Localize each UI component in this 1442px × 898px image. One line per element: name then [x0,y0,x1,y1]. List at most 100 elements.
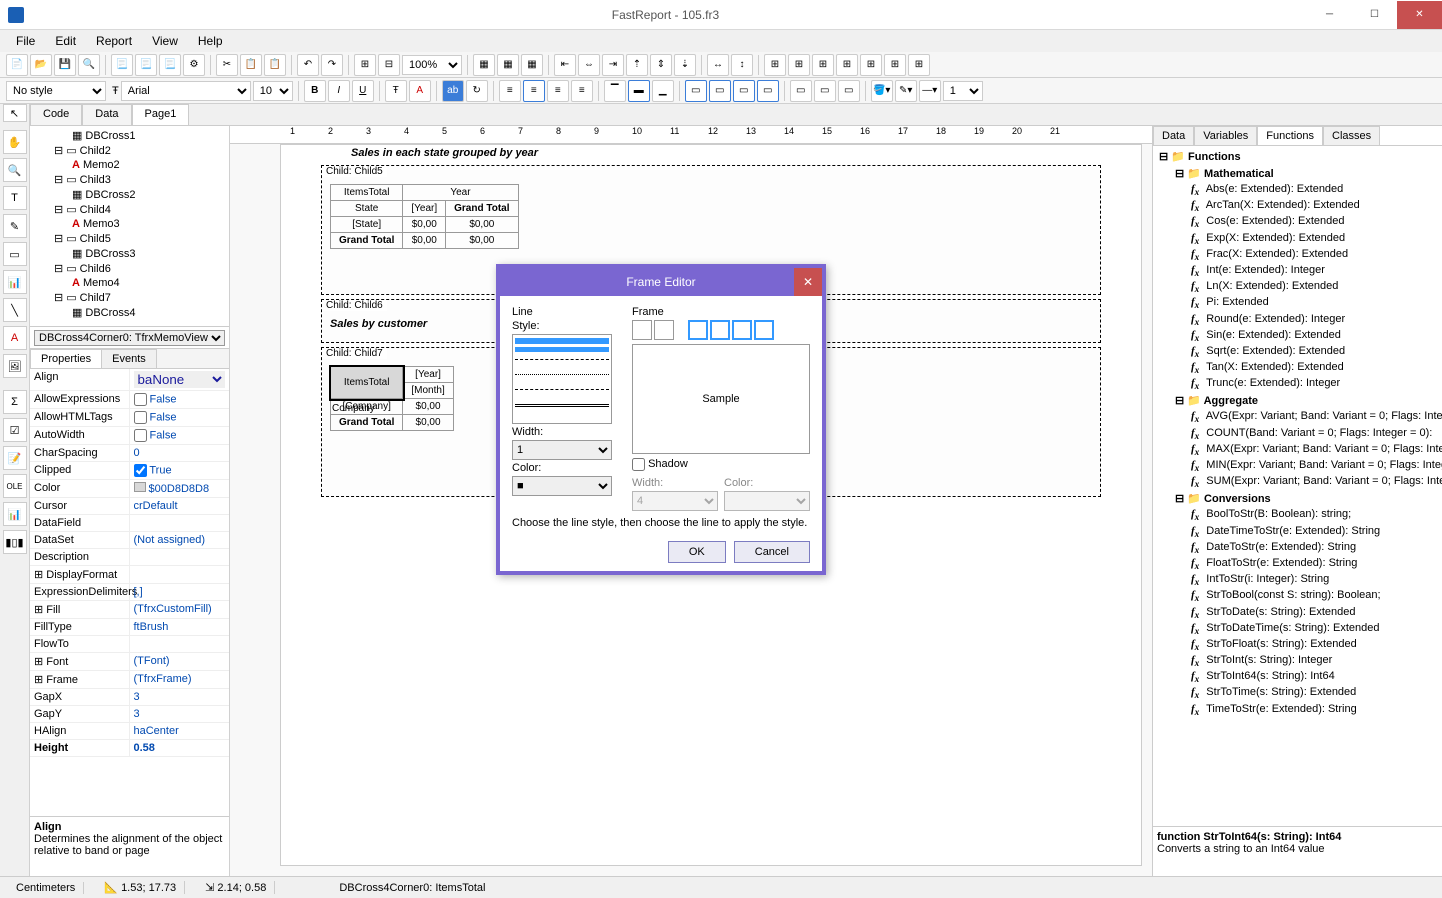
line-color-select[interactable]: ■ [512,476,612,496]
tab-events[interactable]: Events [101,349,157,368]
tree-node[interactable]: ⊟ ▭ Child7 [32,290,227,305]
func-item[interactable]: fx Sqrt(e: Extended): Extended [1155,344,1440,360]
highlight-button[interactable]: ab [442,80,464,102]
menu-view[interactable]: View [144,32,186,50]
minimize-button[interactable]: ─ [1307,1,1352,29]
tree-node[interactable]: ⊟ ▭ Child4 [32,202,227,217]
func-item[interactable]: fx Int(e: Extended): Integer [1155,263,1440,279]
frame-none-preset[interactable] [632,320,652,340]
frame-top-side[interactable] [688,320,708,340]
hand-tool[interactable]: ✋ [3,130,27,154]
tree-node[interactable]: A Memo2 [32,158,227,172]
prop-row[interactable]: ⊞ Fill(TfrxCustomFill) [30,601,229,619]
prop-row[interactable]: ExpressionDelimiters[,] [30,584,229,601]
prop-row[interactable]: Height0.58 [30,740,229,757]
save-button[interactable]: 💾 [54,54,76,76]
func-item[interactable]: fx TimeToStr(e: Extended): String [1155,702,1440,718]
valign-mid-button[interactable]: ▬ [628,80,650,102]
func-group[interactable]: ⊟ 📁 Mathematical [1155,165,1440,182]
func-item[interactable]: fx IntToStr(i: Integer): String [1155,572,1440,588]
report-tree[interactable]: ▦ DBCross1⊟ ▭ Child2A Memo2⊟ ▭ Child3▦ D… [30,126,229,326]
frame-left-button[interactable]: ▭ [733,80,755,102]
func-item[interactable]: fx MIN(Expr: Variant; Band: Variant = 0;… [1155,458,1440,474]
func-item[interactable]: fx StrToBool(const S: string): Boolean; [1155,588,1440,604]
func-item[interactable]: fx DateTimeToStr(e: Extended): String [1155,524,1440,540]
center-v-button[interactable]: ⊞ [788,54,810,76]
group-button[interactable]: ⊞ [354,54,376,76]
func-item[interactable]: fx StrToInt64(s: String): Int64 [1155,669,1440,685]
center-h-button[interactable]: ⊞ [764,54,786,76]
prop-row[interactable]: GapY3 [30,706,229,723]
frame-left-side[interactable] [732,320,752,340]
rtab-data[interactable]: Data [1153,126,1194,145]
tree-node[interactable]: ⊟ ▭ Child2 [32,143,227,158]
rtab-classes[interactable]: Classes [1323,126,1380,145]
prop-row[interactable]: HAlignhaCenter [30,723,229,740]
frame-bot-button[interactable]: ▭ [709,80,731,102]
prop-row[interactable]: ⊞ DisplayFormat [30,566,229,584]
snap-button[interactable]: ▦ [497,54,519,76]
dialog-title[interactable]: Frame Editor ✕ [500,268,822,296]
tree-node[interactable]: ▦ DBCross1 [32,128,227,143]
prop-row[interactable]: CharSpacing0 [30,445,229,462]
space-v-button[interactable]: ↕ [731,54,753,76]
arrow-tool[interactable]: ↖ [3,104,27,122]
dialog-close-button[interactable]: ✕ [794,268,822,296]
prop-row[interactable]: AllowHTMLTags False [30,409,229,427]
rtab-variables[interactable]: Variables [1194,126,1257,145]
func-item[interactable]: fx Sin(e: Extended): Extended [1155,328,1440,344]
zoom-tool[interactable]: 🔍 [3,158,27,182]
tree-node[interactable]: A Memo4 [32,276,227,290]
func-item[interactable]: fx StrToInt(s: String): Integer [1155,653,1440,669]
tree-node[interactable]: ⊟ ▭ Child6 [32,261,227,276]
redo-button[interactable]: ↷ [321,54,343,76]
func-item[interactable]: fx MAX(Expr: Variant; Band: Variant = 0;… [1155,442,1440,458]
frame-bot-side[interactable] [710,320,730,340]
func-item[interactable]: fx COUNT(Band: Variant = 0; Flags: Integ… [1155,426,1440,442]
func-item[interactable]: fx StrToDateTime(s: String): Extended [1155,621,1440,637]
prop-row[interactable]: AllowExpressions False [30,391,229,409]
tab-data[interactable]: Data [82,104,131,125]
menu-file[interactable]: File [8,32,43,50]
prop-row[interactable]: AutoWidth False [30,427,229,445]
halign-right-button[interactable]: ≡ [547,80,569,102]
menu-edit[interactable]: Edit [47,32,84,50]
prop-row[interactable]: Clipped True [30,462,229,480]
space-h-button[interactable]: ↔ [707,54,729,76]
tree-node[interactable]: ⊟ ▭ Child3 [32,172,227,187]
maximize-button[interactable]: ☐ [1352,1,1397,29]
frame-none-button[interactable]: ▭ [814,80,836,102]
tab-properties[interactable]: Properties [30,349,102,368]
align-bottom-button[interactable]: ⇣ [674,54,696,76]
frame-right-button[interactable]: ▭ [757,80,779,102]
line-width-select[interactable]: 1 [512,440,612,460]
same-w-button[interactable]: ⊞ [812,54,834,76]
menu-report[interactable]: Report [88,32,140,50]
func-item[interactable]: fx StrToTime(s: String): Extended [1155,685,1440,701]
frame-right-side[interactable] [754,320,774,340]
format-tool[interactable]: ✎ [3,214,27,238]
same-size-button[interactable]: ⊞ [860,54,882,76]
prop-row[interactable]: FillTypeftBrush [30,619,229,636]
text-tool[interactable]: T [3,186,27,210]
rtab-functions[interactable]: Functions [1257,126,1323,145]
chart-tool[interactable]: 📊 [3,270,27,294]
fontsize-combo[interactable]: 10 [253,81,293,101]
same-h-button[interactable]: ⊞ [836,54,858,76]
halign-justify-button[interactable]: ≡ [571,80,593,102]
prop-row[interactable]: CursorcrDefault [30,498,229,515]
line-style-list[interactable] [512,334,612,424]
ok-button[interactable]: OK [668,541,726,563]
property-grid[interactable]: AlignbaNoneAllowExpressions FalseAllowHT… [30,369,229,816]
halign-left-button[interactable]: ≡ [499,80,521,102]
prop-row[interactable]: AlignbaNone [30,369,229,391]
ungroup-button[interactable]: ⊟ [378,54,400,76]
func-item[interactable]: fx FloatToStr(e: Extended): String [1155,556,1440,572]
ole-tool[interactable]: OLE [3,474,27,498]
italic-button[interactable]: I [328,80,350,102]
frame-edit-button[interactable]: ▭ [838,80,860,102]
frame-all-preset[interactable] [654,320,674,340]
line-width-combo[interactable]: 1 [943,81,983,101]
func-item[interactable]: fx Pi: Extended [1155,295,1440,311]
tree-node[interactable]: ⊟ ▭ Child5 [32,231,227,246]
